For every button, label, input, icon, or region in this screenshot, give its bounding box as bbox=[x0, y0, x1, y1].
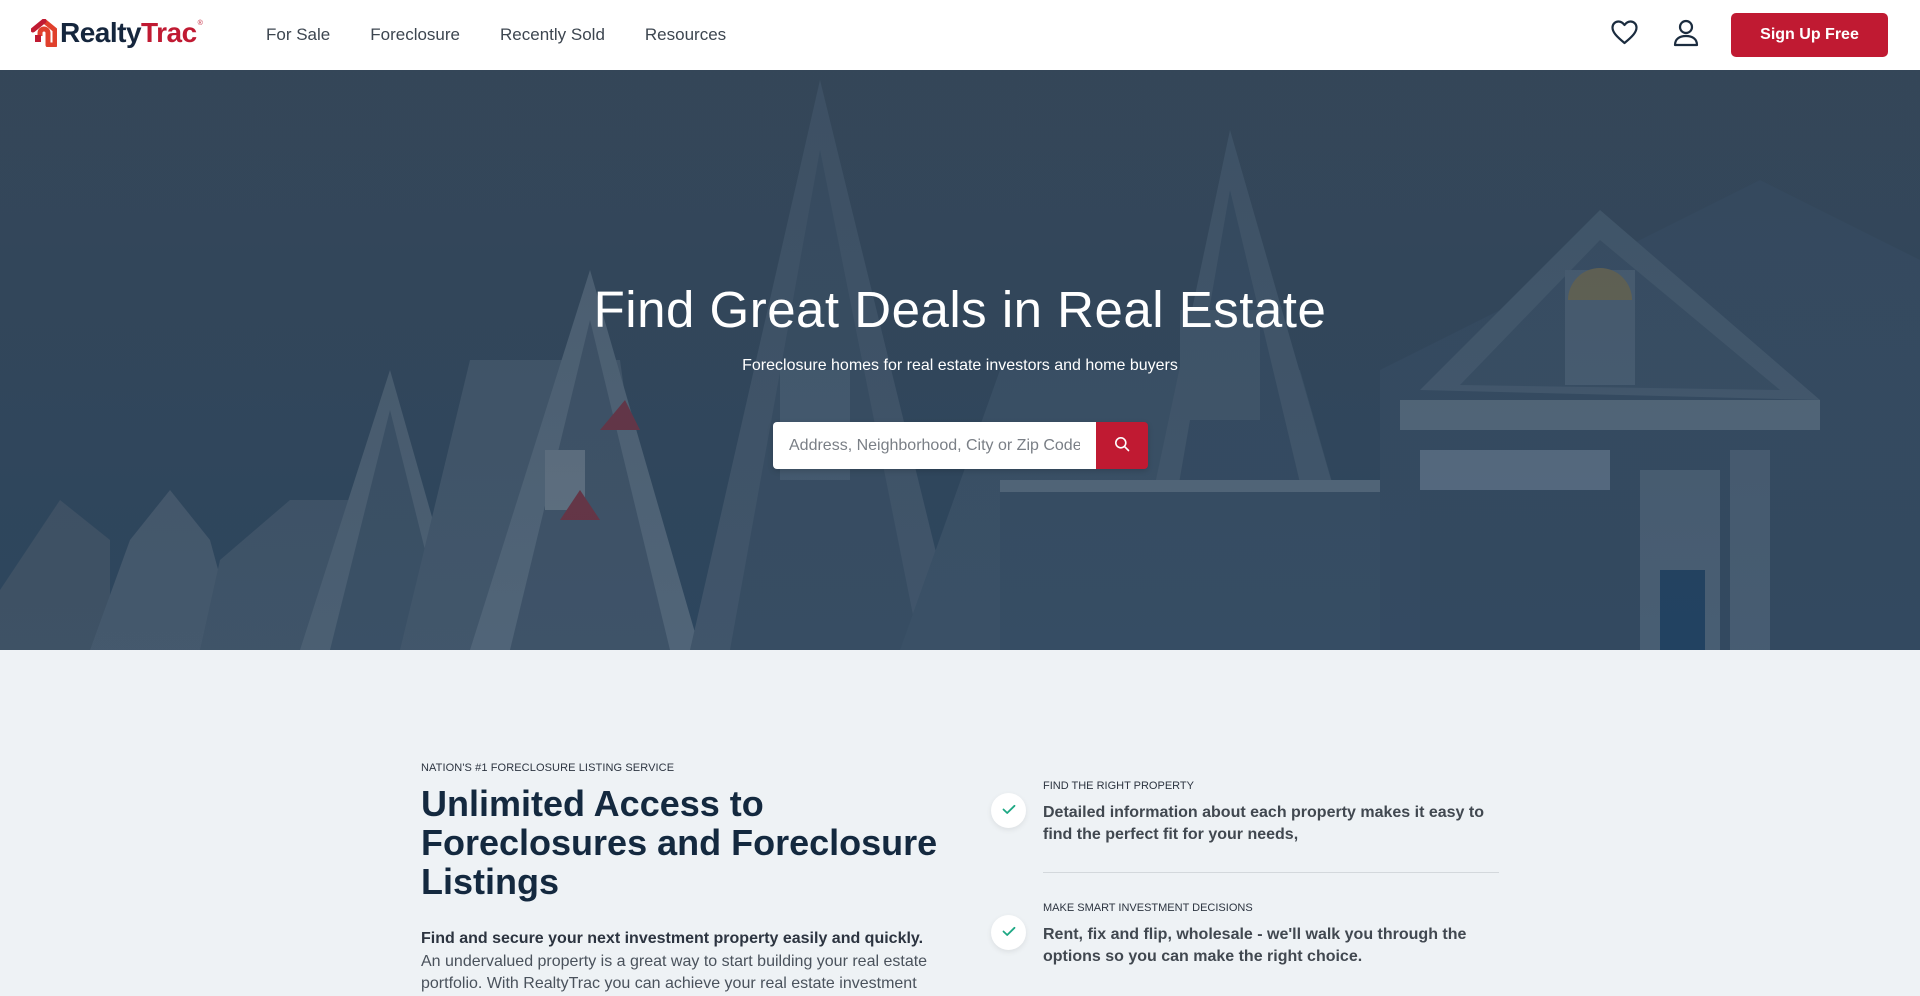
nav-recently-sold[interactable]: Recently Sold bbox=[500, 25, 605, 45]
site-header: RealtyTrac ® For Sale Foreclosure Recent… bbox=[0, 0, 1920, 70]
registered-mark: ® bbox=[197, 19, 203, 27]
main-nav: For Sale Foreclosure Recently Sold Resou… bbox=[266, 0, 766, 70]
check-badge bbox=[991, 793, 1026, 828]
favorites-button[interactable] bbox=[1609, 20, 1639, 50]
check-icon bbox=[1002, 802, 1016, 820]
hero-subtitle: Foreclosure homes for real estate invest… bbox=[742, 357, 1178, 374]
nav-for-sale[interactable]: For Sale bbox=[266, 25, 330, 45]
intro-section: NATION'S #1 FORECLOSURE LISTING SERVICE … bbox=[0, 650, 1920, 993]
feature-label: FIND THE RIGHT PROPERTY bbox=[1043, 780, 1194, 792]
intro-headline: Unlimited Access to Foreclosures and For… bbox=[421, 783, 938, 902]
search-input[interactable] bbox=[773, 422, 1096, 469]
sign-up-button[interactable]: Sign Up Free bbox=[1731, 13, 1888, 57]
intro-body: Find and secure your next investment pro… bbox=[421, 928, 941, 996]
check-badge bbox=[991, 915, 1026, 950]
nav-resources[interactable]: Resources bbox=[645, 25, 726, 45]
heart-icon bbox=[1610, 20, 1638, 50]
realtytrac-logo[interactable]: RealtyTrac ® bbox=[30, 16, 203, 50]
search-bar bbox=[773, 422, 1148, 469]
intro-body-rest: An undervalued property is a great way t… bbox=[421, 952, 928, 993]
intro-body-bold: Find and secure your next investment pro… bbox=[421, 930, 924, 947]
hero-title: Find Great Deals in Real Estate bbox=[593, 281, 1327, 338]
logo-text-trac: Trac bbox=[141, 17, 197, 48]
nav-foreclosure[interactable]: Foreclosure bbox=[370, 25, 460, 45]
search-button[interactable] bbox=[1096, 422, 1148, 469]
user-icon bbox=[1673, 19, 1699, 52]
hero-section: Find Great Deals in Real Estate Foreclos… bbox=[0, 70, 1920, 650]
logo-text: RealtyTrac bbox=[60, 16, 197, 50]
header-actions: Sign Up Free bbox=[1609, 13, 1888, 57]
logo-text-realty: Realty bbox=[60, 17, 142, 48]
feature-label: MAKE SMART INVESTMENT DECISIONS bbox=[1043, 902, 1253, 914]
search-icon bbox=[1114, 436, 1130, 455]
feature-divider bbox=[1043, 872, 1499, 873]
intro-eyebrow: NATION'S #1 FORECLOSURE LISTING SERVICE bbox=[421, 762, 675, 774]
feature-text: Detailed information about each property… bbox=[1043, 804, 1484, 843]
house-logo-icon bbox=[30, 18, 58, 48]
check-icon bbox=[1002, 924, 1016, 942]
feature-text: Rent, fix and flip, wholesale - we'll wa… bbox=[1043, 926, 1467, 965]
account-button[interactable] bbox=[1671, 19, 1701, 52]
